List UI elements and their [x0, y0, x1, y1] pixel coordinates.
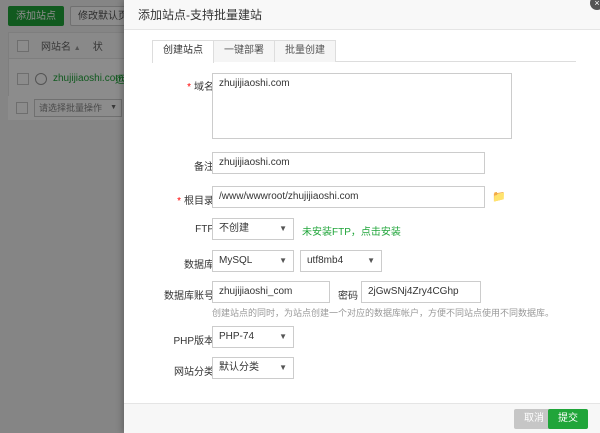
database-charset-select[interactable]: utf8mb4 ▼: [300, 250, 382, 272]
site-category-label: 网站分类: [174, 367, 214, 378]
chevron-down-icon: ▼: [279, 363, 287, 372]
php-version-select[interactable]: PHP-74 ▼: [212, 326, 294, 348]
db-account-label: 数据库账号: [164, 291, 214, 302]
submit-button[interactable]: 提交: [548, 409, 588, 429]
tab-one-click-deploy[interactable]: 一键部署: [213, 40, 275, 62]
root-dir-label: * 根目录: [177, 196, 214, 207]
install-ftp-link[interactable]: 未安装FTP，点击安装: [302, 223, 401, 238]
note-input[interactable]: zhujijiaoshi.com: [212, 152, 485, 174]
add-site-modal: 添加站点-支持批量建站 × 创建站点 一键部署 批量创建 * 域名 zhujiji…: [124, 0, 600, 433]
modal-title: 添加站点-支持批量建站: [124, 0, 600, 30]
ftp-select[interactable]: 不创建 ▼: [212, 218, 294, 240]
domain-textarea[interactable]: zhujijiaoshi.com: [212, 73, 512, 139]
chevron-down-icon: ▼: [279, 256, 287, 265]
db-hint: 创建站点的同时，为站点创建一个对应的数据库帐户，方便不同站点使用不同数据库。: [212, 308, 555, 318]
note-label: 备注: [194, 162, 214, 173]
site-category-select[interactable]: 默认分类 ▼: [212, 357, 294, 379]
root-dir-input[interactable]: /www/wwwroot/zhujijiaoshi.com: [212, 186, 485, 208]
database-label: 数据库: [184, 260, 214, 271]
tab-batch-create[interactable]: 批量创建: [274, 40, 336, 62]
chevron-down-icon: ▼: [279, 224, 287, 233]
chevron-down-icon: ▼: [279, 332, 287, 341]
chevron-down-icon: ▼: [367, 256, 375, 265]
modal-tabs: 创建站点 一键部署 批量创建: [152, 40, 576, 63]
modal-footer: 取消 提交: [124, 403, 600, 433]
ftp-label: FTP: [195, 224, 214, 235]
db-password-input[interactable]: 2jGwSNj4Zry4CGhp: [361, 281, 481, 303]
folder-icon[interactable]: 📁: [492, 190, 506, 203]
domain-label: * 域名: [187, 82, 214, 93]
php-version-label: PHP版本: [173, 336, 214, 347]
db-password-label: 密码: [338, 291, 358, 302]
database-type-select[interactable]: MySQL ▼: [212, 250, 294, 272]
tab-create-site[interactable]: 创建站点: [152, 40, 214, 63]
